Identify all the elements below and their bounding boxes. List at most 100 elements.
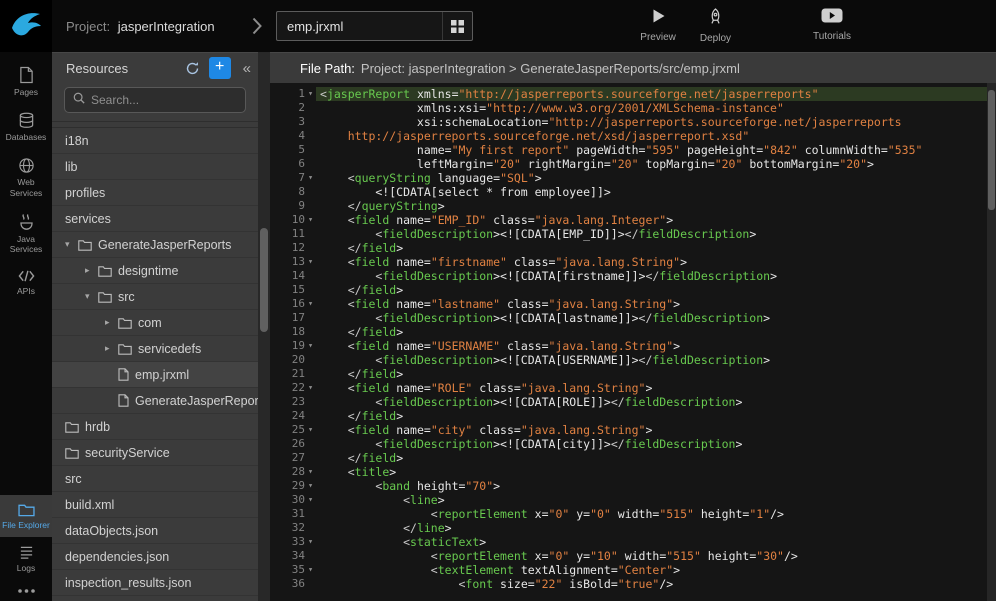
code-line-5[interactable]: 5 name="My first report" pageWidth="595"… [270,143,996,157]
tree-item-hrdb[interactable]: hrdb [52,414,258,440]
editor-scrollbar-thumb[interactable] [988,90,995,210]
sidebar-item-more[interactable] [0,580,52,601]
fold-toggle-icon[interactable]: ▾ [305,563,316,577]
code-line-9[interactable]: 9 </queryString> [270,199,996,213]
tree-item-servicedefs[interactable]: ▸servicedefs [52,336,258,362]
fold-toggle-icon[interactable]: ▾ [305,339,316,353]
tree-item-lib[interactable]: lib [52,154,258,180]
code-line-15[interactable]: 15 </field> [270,283,996,297]
tree-item-com[interactable]: ▸com [52,310,258,336]
code-line-24[interactable]: 24 </field> [270,409,996,423]
chevron-right-icon[interactable]: ▸ [105,343,118,354]
code-text: </field> [316,367,996,381]
code-editor[interactable]: 1▾<jasperReport xmlns="http://jasperrepo… [270,83,996,601]
preview-button[interactable]: Preview [640,8,676,43]
fold-toggle-icon[interactable]: ▾ [305,479,316,493]
tree-item-securityservice[interactable]: securityService [52,440,258,466]
tree-item-designtime[interactable]: ▸designtime [52,258,258,284]
tree-item-src[interactable]: src [52,466,258,492]
tree-item-emp-jrxml[interactable]: emp.jrxml [52,362,258,388]
code-line-4[interactable]: 4 http://jasperreports.sourceforge.net/x… [270,129,996,143]
tree-item-generatejasperreports-s[interactable]: GenerateJasperReports.s [52,388,258,414]
refresh-icon[interactable] [185,61,200,76]
code-line-10[interactable]: 10▾ <field name="EMP_ID" class="java.lan… [270,213,996,227]
code-line-27[interactable]: 27 </field> [270,451,996,465]
code-line-3[interactable]: 3 xsi:schemaLocation="http://jasperrepor… [270,115,996,129]
fold-toggle-icon[interactable]: ▾ [305,213,316,227]
code-line-29[interactable]: 29▾ <band height="70"> [270,479,996,493]
fold-toggle-icon[interactable]: ▾ [305,171,316,185]
fold-toggle-icon[interactable]: ▾ [305,255,316,269]
grid-icon[interactable] [442,12,472,40]
code-line-14[interactable]: 14 <fieldDescription><![CDATA[firstname]… [270,269,996,283]
code-line-22[interactable]: 22▾ <field name="ROLE" class="java.lang.… [270,381,996,395]
code-line-23[interactable]: 23 <fieldDescription><![CDATA[ROLE]]></f… [270,395,996,409]
sidebar-item-java-services[interactable]: Java Services [0,205,52,261]
line-number: 15 [292,283,305,297]
sidebar-item-databases[interactable]: Databases [0,104,52,149]
code-line-34[interactable]: 34 <reportElement x="0" y="10" width="51… [270,549,996,563]
sidebar-item-logs[interactable]: Logs [0,537,52,580]
fold-toggle-icon[interactable]: ▾ [305,87,316,101]
tree-item-inspection-results-json[interactable]: inspection_results.json [52,570,258,596]
code-line-31[interactable]: 31 <reportElement x="0" y="0" width="515… [270,507,996,521]
tutorials-button[interactable]: Tutorials [813,8,851,42]
fold-toggle-icon[interactable]: ▾ [305,423,316,437]
code-line-28[interactable]: 28▾ <title> [270,465,996,479]
sidebar-item-pages[interactable]: Pages [0,58,52,104]
tree-item-src[interactable]: ▾src [52,284,258,310]
code-line-11[interactable]: 11 <fieldDescription><![CDATA[EMP_ID]]><… [270,227,996,241]
tree-item-dataobjects-json[interactable]: dataObjects.json [52,518,258,544]
chevron-down-icon[interactable]: ▾ [65,239,78,250]
tree-item-profiles[interactable]: profiles [52,180,258,206]
fold-toggle-icon[interactable]: ▾ [305,535,316,549]
search-input[interactable] [91,93,237,107]
fold-toggle-icon[interactable]: ▾ [305,465,316,479]
collapse-panel-icon[interactable]: « [240,60,254,77]
code-line-2[interactable]: 2 xmlns:xsi="http://www.w3.org/2001/XMLS… [270,101,996,115]
fold-toggle-icon[interactable]: ▾ [305,381,316,395]
code-line-36[interactable]: 36 <font size="22" isBold="true"/> [270,577,996,591]
tree-item-dependencies-json[interactable]: dependencies.json [52,544,258,570]
code-line-6[interactable]: 6 leftMargin="20" rightMargin="20" topMa… [270,157,996,171]
code-line-17[interactable]: 17 <fieldDescription><![CDATA[lastname]]… [270,311,996,325]
code-line-1[interactable]: 1▾<jasperReport xmlns="http://jasperrepo… [270,87,996,101]
tree-item-generatejasperreports[interactable]: ▾GenerateJasperReports [52,232,258,258]
code-line-20[interactable]: 20 <fieldDescription><![CDATA[USERNAME]]… [270,353,996,367]
code-line-25[interactable]: 25▾ <field name="city" class="java.lang.… [270,423,996,437]
tree-item-build-xml[interactable]: build.xml [52,492,258,518]
open-file-selector[interactable]: emp.jrxml [276,11,473,41]
add-resource-button[interactable]: + [209,57,231,79]
code-line-8[interactable]: 8 <![CDATA[select * from employee]]> [270,185,996,199]
code-line-21[interactable]: 21 </field> [270,367,996,381]
code-line-26[interactable]: 26 <fieldDescription><![CDATA[city]]></f… [270,437,996,451]
code-line-7[interactable]: 7▾ <queryString language="SQL"> [270,171,996,185]
editor-scrollbar[interactable] [987,83,996,601]
line-number: 9 [298,199,305,213]
chevron-right-icon[interactable]: ▸ [105,317,118,328]
code-line-19[interactable]: 19▾ <field name="USERNAME" class="java.l… [270,339,996,353]
tree-item-i18n[interactable]: i18n [52,128,258,154]
sidebar-item-file-explorer[interactable]: File Explorer [0,495,52,537]
chevron-right-icon[interactable]: ▸ [85,265,98,276]
code-line-35[interactable]: 35▾ <textElement textAlignment="Center"> [270,563,996,577]
code-line-12[interactable]: 12 </field> [270,241,996,255]
tree-item-services[interactable]: services [52,206,258,232]
search-box[interactable] [64,87,246,113]
resources-scrollbar[interactable] [258,52,270,601]
sidebar-item-apis[interactable]: APIs [0,261,52,303]
code-line-16[interactable]: 16▾ <field name="lastname" class="java.l… [270,297,996,311]
code-line-32[interactable]: 32 </line> [270,521,996,535]
code-line-33[interactable]: 33▾ <staticText> [270,535,996,549]
code-line-18[interactable]: 18 </field> [270,325,996,339]
code-line-13[interactable]: 13▾ <field name="firstname" class="java.… [270,255,996,269]
code-line-30[interactable]: 30▾ <line> [270,493,996,507]
fold-toggle-icon[interactable]: ▾ [305,493,316,507]
sidebar-item-web-services[interactable]: Web Services [0,149,52,204]
resources-scrollbar-thumb[interactable] [260,228,268,332]
brand-logo[interactable] [0,0,52,52]
chevron-down-icon[interactable]: ▾ [85,291,98,302]
fold-toggle-icon[interactable]: ▾ [305,297,316,311]
deploy-button[interactable]: Deploy [700,8,731,44]
fold-toggle-icon [305,311,316,325]
